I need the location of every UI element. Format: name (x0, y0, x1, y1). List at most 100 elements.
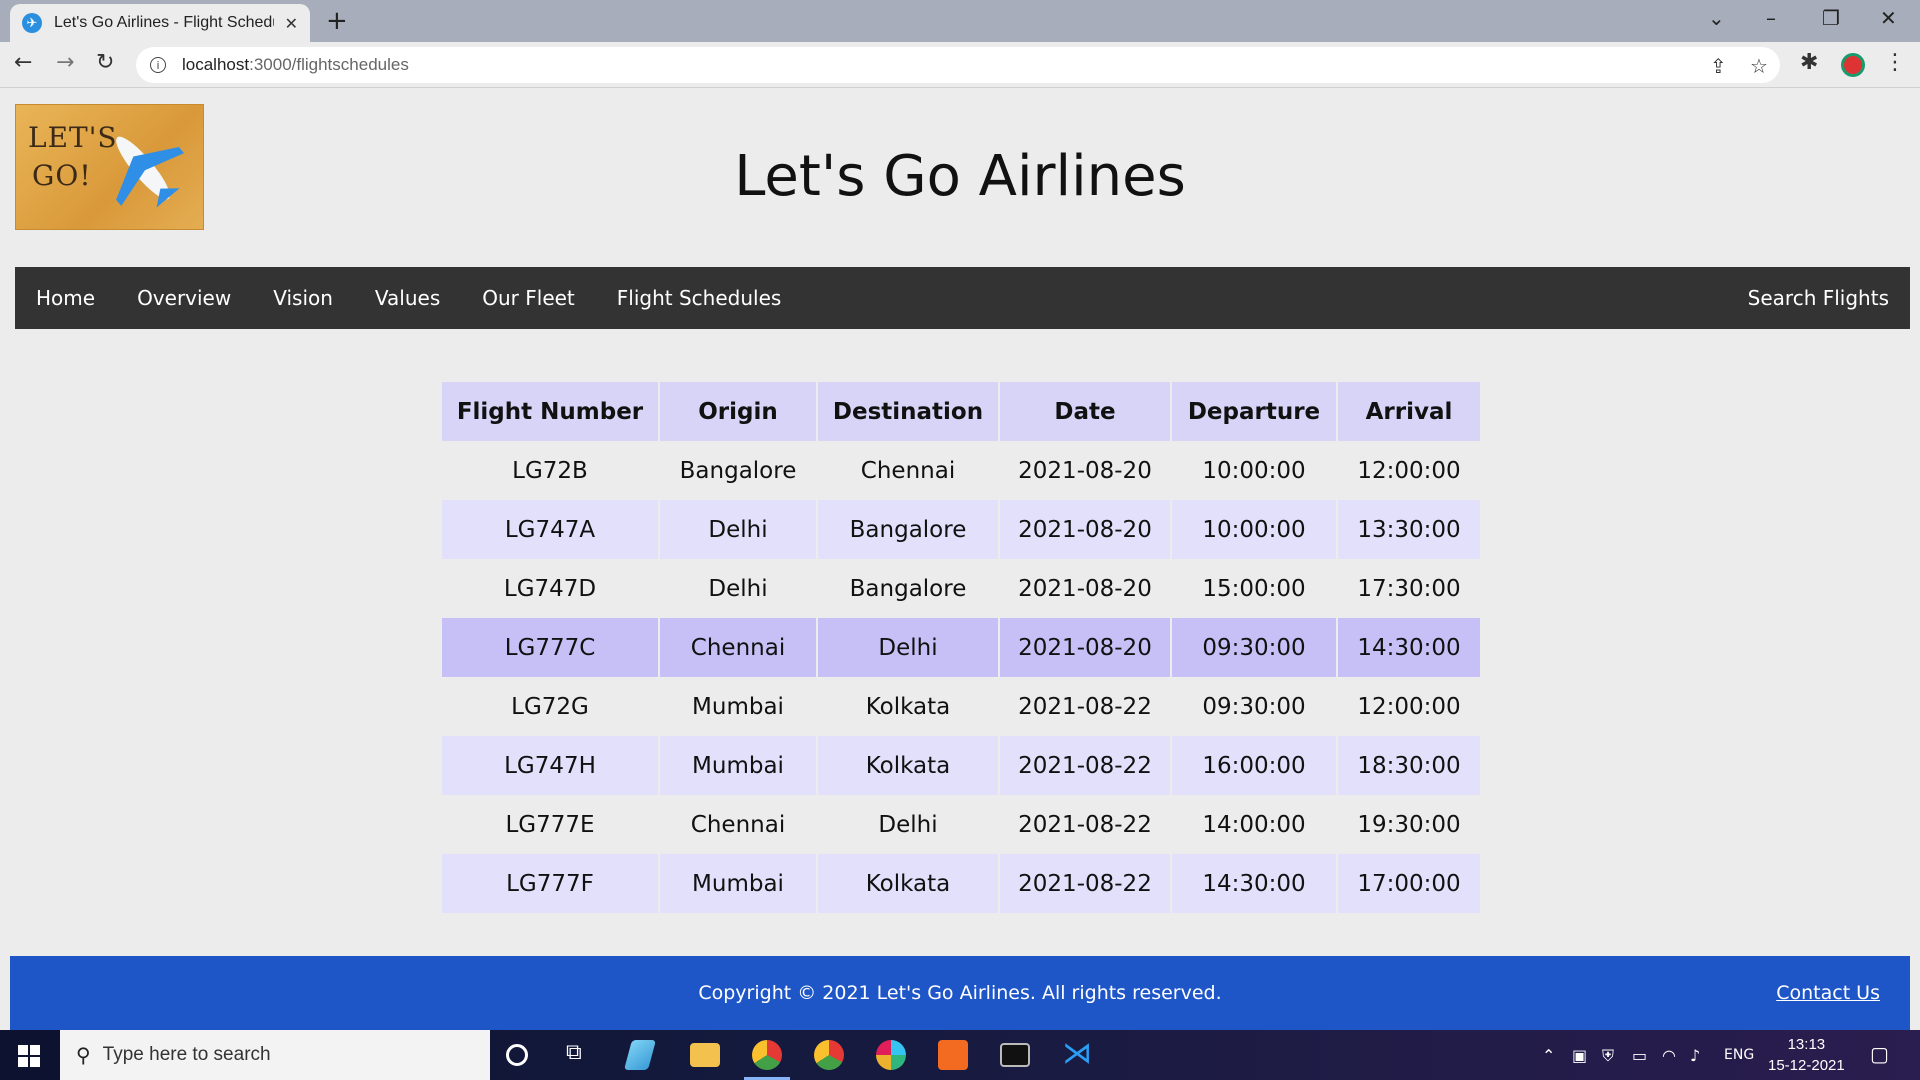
windows-taskbar: ⚲ Type here to search ⧉ ⋊ ⌃ ▣ ⛨ ▭ ◠ ♪ EN… (0, 1030, 1920, 1080)
cortana-icon[interactable] (506, 1044, 528, 1066)
site-info-icon[interactable]: i (150, 57, 166, 73)
tab-title: Let's Go Airlines - Flight Schedules (54, 14, 274, 31)
battery-icon[interactable]: ▭ (1632, 1046, 1647, 1065)
table-row-hovered[interactable]: LG777C Chennai Delhi 2021-08-20 09:30:00… (442, 618, 1480, 677)
browser-tab[interactable]: ✈ Let's Go Airlines - Flight Schedules ✕ (10, 4, 310, 42)
browser-tab-bar: ✈ Let's Go Airlines - Flight Schedules ✕… (0, 0, 1920, 42)
wifi-icon[interactable]: ◠ (1662, 1046, 1676, 1065)
app-icon-1[interactable] (623, 1040, 657, 1070)
table-row[interactable]: LG747H Mumbai Kolkata 2021-08-22 16:00:0… (442, 736, 1480, 795)
site-title: Let's Go Airlines (734, 144, 1186, 209)
cell-departure: 16:00:00 (1172, 736, 1336, 795)
cell-departure: 09:30:00 (1172, 618, 1336, 677)
volume-icon[interactable]: ♪ (1690, 1046, 1700, 1065)
header-origin: Origin (660, 382, 816, 441)
restore-icon[interactable]: ❐ (1822, 6, 1840, 30)
search-icon: ⚲ (76, 1043, 91, 1067)
nav-flight-schedules[interactable]: Flight Schedules (596, 286, 803, 310)
table-row[interactable]: LG777F Mumbai Kolkata 2021-08-22 14:30:0… (442, 854, 1480, 913)
cell-flight-number: LG777C (442, 618, 658, 677)
cell-date: 2021-08-20 (1000, 500, 1170, 559)
header-destination: Destination (818, 382, 998, 441)
windows-start-icon[interactable] (18, 1045, 40, 1067)
nav-values[interactable]: Values (354, 286, 461, 310)
nav-our-fleet[interactable]: Our Fleet (461, 286, 596, 310)
nav-search-flights[interactable]: Search Flights (1727, 286, 1910, 310)
chrome-icon[interactable] (752, 1040, 782, 1070)
cell-destination: Kolkata (865, 693, 951, 720)
cell-date: 2021-08-20 (1000, 618, 1170, 677)
chrome-profile-icon[interactable] (814, 1040, 844, 1070)
flight-schedule-table-container: Flight Number Origin Destination Date De… (440, 382, 1482, 913)
reload-icon[interactable]: ↻ (96, 50, 114, 75)
language-indicator[interactable]: ENG (1724, 1047, 1754, 1063)
table-row[interactable]: LG72B Bangalore Chennai 2021-08-20 10:00… (442, 441, 1480, 500)
flight-schedule-table: Flight Number Origin Destination Date De… (440, 382, 1482, 913)
cell-departure: 09:30:00 (1202, 693, 1306, 720)
table-row[interactable]: LG747A Delhi Bangalore 2021-08-20 10:00:… (442, 500, 1480, 559)
cell-flight-number: LG777F (442, 854, 658, 913)
minimize-icon[interactable]: – (1766, 6, 1776, 30)
cell-flight-number: LG747H (442, 736, 658, 795)
table-row[interactable]: LG72G Mumbai Kolkata 2021-08-22 09:30:00… (442, 677, 1480, 736)
cell-flight-number: LG747A (442, 500, 658, 559)
cell-arrival: 12:00:00 (1357, 457, 1461, 484)
taskbar-clock[interactable]: 13:13 15-12-2021 (1768, 1034, 1845, 1076)
taskbar-search-box[interactable]: ⚲ Type here to search (60, 1030, 490, 1080)
security-icon[interactable]: ⛨ (1602, 1046, 1614, 1066)
browser-menu-icon[interactable]: ⋮ (1884, 50, 1906, 75)
tab-search-icon[interactable]: ⌄ (1708, 6, 1725, 30)
table-row[interactable]: LG747D Delhi Bangalore 2021-08-20 15:00:… (442, 559, 1480, 618)
vscode-icon[interactable]: ⋊ (1062, 1036, 1092, 1071)
cell-date: 2021-08-22 (1018, 693, 1152, 720)
cell-flight-number: LG72G (511, 693, 589, 720)
xampp-icon[interactable] (938, 1040, 968, 1070)
notifications-icon[interactable]: ▢ (1870, 1042, 1889, 1066)
task-view-icon[interactable]: ⧉ (566, 1040, 596, 1070)
cell-origin: Delhi (708, 575, 768, 602)
meet-now-icon[interactable]: ▣ (1572, 1046, 1587, 1065)
profile-avatar[interactable] (1841, 53, 1865, 77)
new-tab-icon[interactable]: + (326, 6, 348, 36)
close-tab-icon[interactable]: ✕ (285, 14, 298, 33)
table-row[interactable]: LG777E Chennai Delhi 2021-08-22 14:00:00… (442, 795, 1480, 854)
show-hidden-icons-icon[interactable]: ⌃ (1542, 1046, 1555, 1065)
address-bar[interactable]: i localhost:3000/flightschedules ⇪ ☆ (136, 47, 1780, 83)
cell-date: 2021-08-20 (1018, 457, 1152, 484)
forward-icon[interactable]: → (56, 50, 74, 75)
nav-vision[interactable]: Vision (252, 286, 354, 310)
clock-date: 15-12-2021 (1768, 1057, 1845, 1074)
cell-destination: Kolkata (818, 854, 998, 913)
cell-destination: Delhi (878, 811, 938, 838)
file-explorer-icon[interactable] (690, 1043, 720, 1067)
terminal-icon[interactable] (1000, 1043, 1030, 1067)
nav-overview[interactable]: Overview (116, 286, 252, 310)
cell-origin: Bangalore (679, 457, 797, 484)
cell-arrival: 13:30:00 (1338, 500, 1480, 559)
cell-departure: 10:00:00 (1172, 500, 1336, 559)
cell-date: 2021-08-20 (1018, 575, 1152, 602)
cell-origin: Mumbai (660, 736, 816, 795)
cell-arrival: 14:30:00 (1338, 618, 1480, 677)
bookmark-star-icon[interactable]: ☆ (1750, 54, 1768, 78)
back-icon[interactable]: ← (14, 50, 32, 75)
taskbar-search-placeholder: Type here to search (102, 1044, 271, 1065)
slack-icon[interactable] (876, 1040, 906, 1070)
cell-origin: Delhi (660, 500, 816, 559)
cell-arrival: 12:00:00 (1357, 693, 1461, 720)
cell-departure: 14:30:00 (1172, 854, 1336, 913)
url-host: localhost (182, 55, 250, 74)
browser-toolbar: ← → ↻ i localhost:3000/flightschedules ⇪… (0, 42, 1920, 88)
clock-time: 13:13 (1787, 1036, 1826, 1053)
cell-destination: Chennai (860, 457, 956, 484)
cell-destination: Kolkata (818, 736, 998, 795)
extensions-icon[interactable]: ✱ (1800, 50, 1818, 75)
header-flight-number: Flight Number (442, 382, 658, 441)
close-window-icon[interactable]: ✕ (1880, 6, 1897, 30)
cell-origin: Mumbai (692, 693, 784, 720)
cell-flight-number: LG72B (512, 457, 588, 484)
share-icon[interactable]: ⇪ (1710, 54, 1727, 78)
cell-arrival: 19:30:00 (1357, 811, 1461, 838)
contact-us-link[interactable]: Contact Us (1776, 982, 1880, 1004)
nav-home[interactable]: Home (15, 286, 116, 310)
